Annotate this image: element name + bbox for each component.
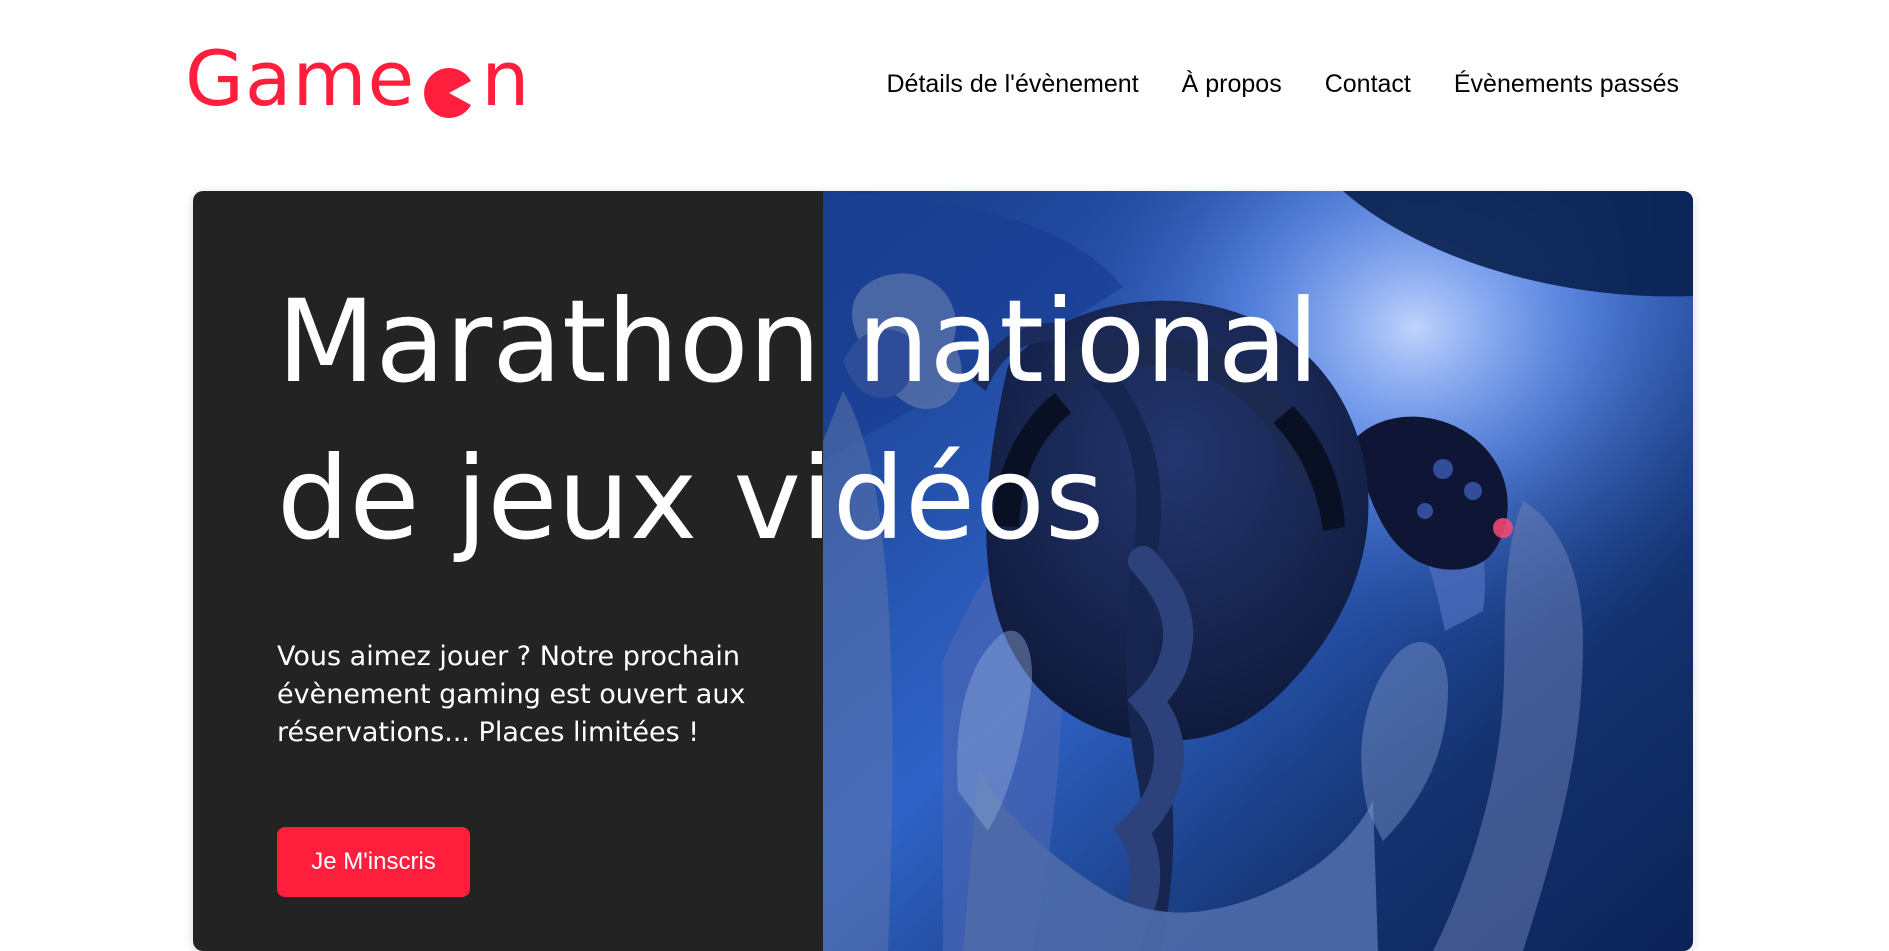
register-button[interactable]: Je M'inscris [277,827,470,897]
hero-title-line-1: Marathon national [277,275,1320,408]
logo-text-n: n [481,34,531,123]
hero-title: Marathon national de jeux vidéos [277,263,1377,577]
main-menu: Détails de l'évènement À propos Contact … [887,70,1680,99]
logo-text-game: Game [185,34,416,123]
nav-item-about[interactable]: À propos [1182,70,1282,99]
nav-item-past-events[interactable]: Évènements passés [1454,70,1679,99]
top-navigation: Game n Détails de l'évènement À propos C… [0,0,1889,180]
hero-section: Marathon national de jeux vidéos Vous ai… [193,191,1693,951]
nav-item-contact[interactable]: Contact [1325,70,1411,99]
pacman-logo-icon [421,57,477,118]
nav-item-event-details[interactable]: Détails de l'évènement [887,70,1139,99]
gameon-logo[interactable]: Game n [185,34,531,123]
hero-description: Vous aimez jouer ? Notre prochain évènem… [277,641,746,748]
hero-title-line-2: de jeux vidéos [277,432,1105,565]
